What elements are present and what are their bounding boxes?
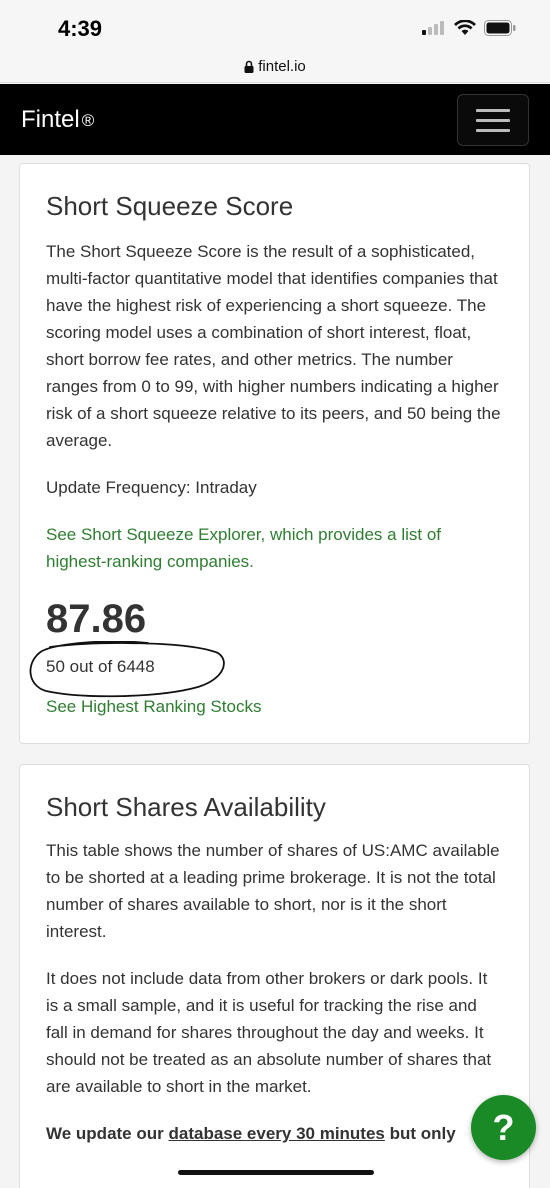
address-bar[interactable]: fintel.io [0,50,550,83]
site-navbar: Fintel ® [0,84,550,155]
status-bar: 4:39 [0,0,550,50]
squeeze-score-value: 87.86 [46,597,147,641]
availability-title: Short Shares Availability [46,792,326,822]
registered-mark: ® [81,111,95,130]
home-indicator[interactable] [178,1170,374,1175]
hamburger-icon-bar [476,129,510,132]
hamburger-icon [476,109,510,112]
availability-paragraph-2: It does not include data from other brok… [46,969,492,1096]
battery-icon [484,20,516,36]
squeeze-rank-wrapper: 50 out of 6448 [29,641,503,698]
update-note-suffix: but only [384,1124,456,1143]
brand-name: Fintel [21,106,80,133]
update-note-prefix: We update our [46,1124,169,1143]
url-domain: fintel.io [258,57,306,75]
wifi-icon [454,20,476,35]
availability-paragraph-1: This table shows the number of shares of… [46,841,500,941]
squeeze-rank: 50 out of 6448 [46,657,155,676]
status-time: 4:39 [58,16,103,41]
main-content: Short Squeeze Score The Short Squeeze Sc… [0,155,550,1188]
hamburger-icon-bar [476,119,510,122]
database-link[interactable]: database every 30 minutes [168,1124,384,1143]
update-note: We update our database every 30 minutes … [46,1120,503,1147]
short-squeeze-card: Short Squeeze Score The Short Squeeze Sc… [19,163,530,744]
squeeze-title: Short Squeeze Score [46,191,294,221]
menu-toggle-button[interactable] [457,94,529,146]
squeeze-description: The Short Squeeze Score is the result of… [46,242,501,450]
signal-icon [422,21,444,35]
update-frequency: Update Frequency: Intraday [46,478,257,497]
brand-logo[interactable]: Fintel ® [21,106,94,134]
lock-icon [244,60,254,73]
help-button[interactable]: ? [471,1095,536,1160]
status-icons [422,20,516,36]
short-shares-availability-card: Short Shares Availability This table sho… [19,764,530,1188]
short-squeeze-explorer-link[interactable]: See Short Squeeze Explorer, which provid… [46,521,503,575]
